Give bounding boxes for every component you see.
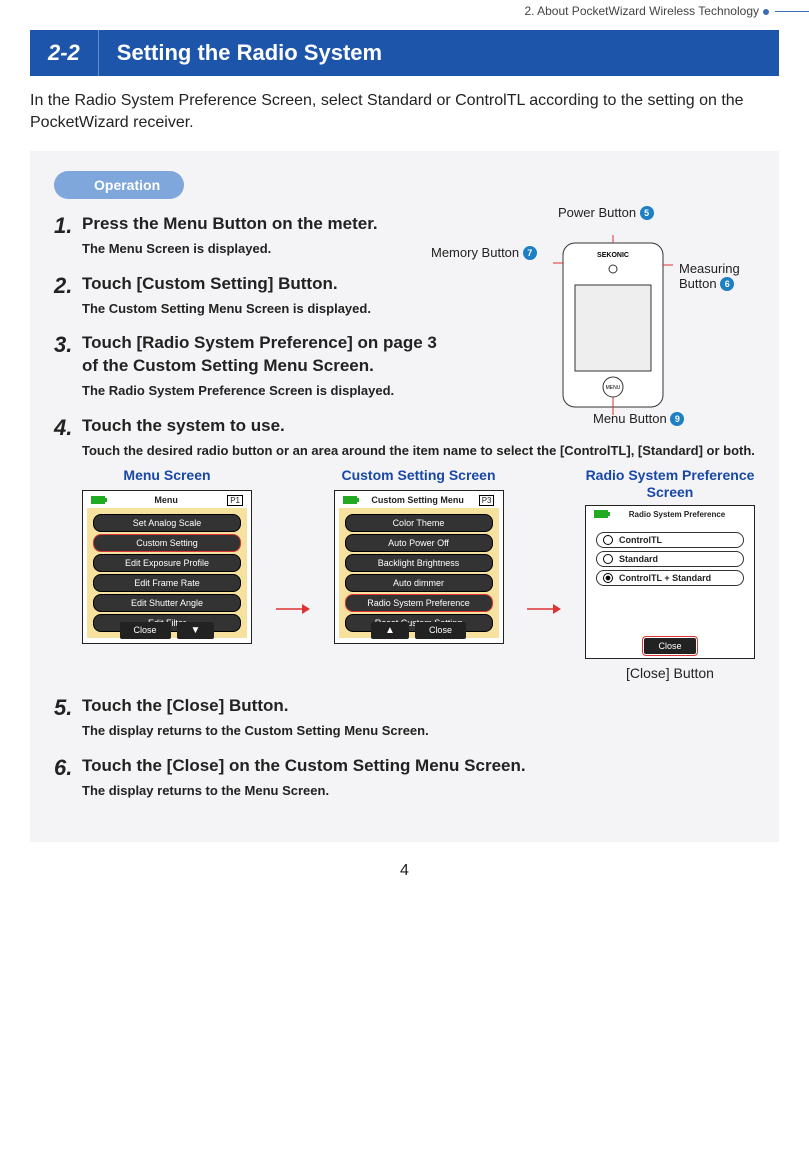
list-item[interactable]: Backlight Brightness: [345, 554, 493, 572]
radio-pref-screen-col: Radio System Preference Screen Radio Sys…: [585, 467, 755, 681]
list-item[interactable]: Edit Exposure Profile: [93, 554, 241, 572]
list-item[interactable]: Auto Power Off: [345, 534, 493, 552]
list-item[interactable]: Custom Setting: [93, 534, 241, 552]
list-item[interactable]: Color Theme: [345, 514, 493, 532]
battery-icon: [343, 496, 357, 504]
close-button[interactable]: Close: [644, 638, 695, 654]
section-header: 2-2 Setting the Radio System: [30, 30, 779, 76]
close-caption: [Close] Button: [585, 665, 755, 681]
measuring-button-label: Measuring Button 6: [679, 261, 740, 292]
battery-icon: [91, 496, 105, 504]
step-5: 5 Touch the [Close] Button. The display …: [54, 695, 755, 741]
battery-icon: [594, 510, 608, 518]
device-diagram: Power Button 5 Memory Button 7 Measuring…: [443, 209, 753, 429]
close-button[interactable]: Close: [120, 622, 171, 639]
memory-button-label: Memory Button 7: [431, 245, 537, 261]
radio-option[interactable]: ControlTL + Standard: [596, 570, 744, 586]
intro-text: In the Radio System Preference Screen, s…: [30, 90, 779, 135]
list-item[interactable]: Auto dimmer: [345, 574, 493, 592]
menu-screen: Menu P1 Set Analog Scale Custom Setting …: [82, 490, 252, 644]
radio-option[interactable]: Standard: [596, 551, 744, 567]
radio-pref-screen: Radio System Preference ControlTL Standa…: [585, 505, 755, 659]
down-button[interactable]: ▼: [177, 622, 215, 639]
header-breadcrumb: 2. About PocketWizard Wireless Technolog…: [0, 0, 809, 22]
power-button-label: Power Button 5: [558, 205, 654, 221]
up-button[interactable]: ▲: [371, 622, 409, 639]
custom-setting-screen: Custom Setting Menu P3 Color Theme Auto …: [334, 490, 504, 644]
radio-option[interactable]: ControlTL: [596, 532, 744, 548]
operation-box: Operation Power Button 5 Memory Button 7…: [30, 151, 779, 843]
close-button[interactable]: Close: [415, 622, 466, 639]
screens-row: Menu Screen Menu P1 Set Analog Scale Cus…: [82, 467, 755, 681]
device-icon: MENU SEKONIC: [553, 235, 673, 415]
menu-text-icon: MENU: [606, 385, 621, 391]
operation-badge: Operation: [54, 171, 184, 199]
list-item[interactable]: Edit Frame Rate: [93, 574, 241, 592]
list-item[interactable]: Radio System Preference: [345, 594, 493, 612]
list-item[interactable]: Edit Shutter Angle: [93, 594, 241, 612]
list-item[interactable]: Set Analog Scale: [93, 514, 241, 532]
step-4: 4 Touch the system to use. Touch the des…: [54, 415, 755, 681]
arrow-icon: [276, 601, 310, 617]
custom-setting-screen-col: Custom Setting Screen Custom Setting Men…: [334, 467, 504, 644]
section-title: Setting the Radio System: [99, 30, 779, 76]
arrow-icon: [527, 601, 561, 617]
section-number: 2-2: [30, 30, 99, 76]
page-number: 4: [0, 862, 809, 880]
brand-text: SEKONIC: [597, 252, 629, 259]
step-6: 6 Touch the [Close] on the Custom Settin…: [54, 755, 755, 801]
menu-screen-col: Menu Screen Menu P1 Set Analog Scale Cus…: [82, 467, 252, 644]
